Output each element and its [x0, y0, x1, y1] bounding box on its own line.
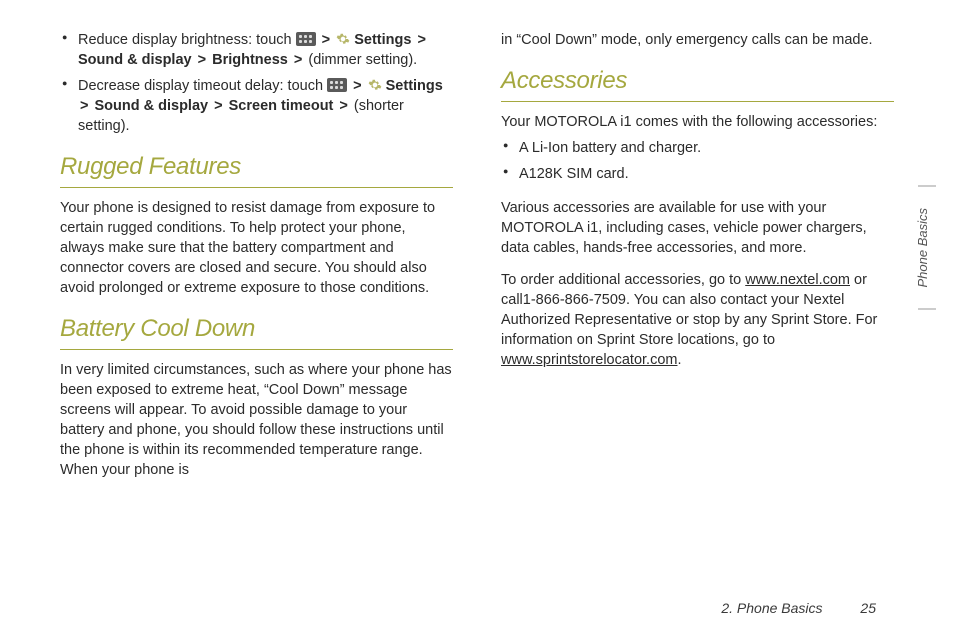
right-column: in “Cool Down” mode, only emergency call… — [501, 30, 894, 560]
paragraph: Your MOTOROLA i1 comes with the followin… — [501, 112, 894, 132]
breadcrumb: Sound & display — [78, 52, 192, 68]
chapter-label: 2. Phone Basics — [721, 600, 822, 616]
link-sprint-locator[interactable]: www.sprintstorelocator.com — [501, 352, 677, 368]
left-column: Reduce display brightness: touch > Setti… — [60, 30, 453, 560]
divider — [60, 349, 453, 350]
breadcrumb: Settings — [386, 78, 443, 94]
page-footer: 2. Phone Basics 25 — [721, 600, 876, 616]
separator: > — [351, 78, 363, 94]
separator: > — [415, 32, 427, 48]
heading-accessories: Accessories — [501, 64, 894, 97]
paragraph: Various accessories are available for us… — [501, 198, 894, 258]
page-number: 25 — [860, 600, 876, 616]
list-item: A Li-Ion battery and charger. — [501, 138, 894, 158]
gear-icon — [368, 78, 382, 92]
breadcrumb: Settings — [354, 32, 411, 48]
app-grid-icon — [327, 78, 347, 92]
text: A128K SIM card. — [519, 166, 629, 182]
separator: > — [292, 52, 304, 68]
list-item: A128K SIM card. — [501, 164, 894, 184]
accessories-list: A Li-Ion battery and charger. A128K SIM … — [501, 138, 894, 184]
paragraph: In very limited circumstances, such as w… — [60, 360, 453, 480]
tips-list: Reduce display brightness: touch > Setti… — [60, 30, 453, 136]
text: A Li-Ion battery and charger. — [519, 140, 701, 156]
side-tab: Phone Basics — [911, 190, 934, 306]
separator: > — [196, 52, 208, 68]
paragraph: To order additional accessories, go to w… — [501, 270, 894, 370]
list-item: Decrease display timeout delay: touch > … — [60, 76, 453, 136]
separator: > — [320, 32, 332, 48]
link-nextel[interactable]: www.nextel.com — [745, 272, 850, 288]
paragraph: Your phone is designed to resist damage … — [60, 198, 453, 298]
app-grid-icon — [296, 32, 316, 46]
breadcrumb: Brightness — [212, 52, 288, 68]
separator: > — [337, 98, 349, 114]
gear-icon — [336, 32, 350, 46]
text: Decrease display timeout delay: touch — [78, 78, 327, 94]
page-body: Reduce display brightness: touch > Setti… — [0, 0, 954, 560]
divider — [501, 101, 894, 102]
text: . — [677, 352, 681, 368]
heading-battery: Battery Cool Down — [60, 312, 453, 345]
divider — [60, 187, 453, 188]
text: To order additional accessories, go to — [501, 272, 745, 288]
breadcrumb: Screen timeout — [229, 98, 334, 114]
paragraph: in “Cool Down” mode, only emergency call… — [501, 30, 894, 50]
text: (dimmer setting). — [308, 52, 417, 68]
heading-rugged: Rugged Features — [60, 150, 453, 183]
list-item: Reduce display brightness: touch > Setti… — [60, 30, 453, 70]
separator: > — [212, 98, 224, 114]
breadcrumb: Sound & display — [95, 98, 209, 114]
text: Reduce display brightness: touch — [78, 32, 296, 48]
separator: > — [78, 98, 90, 114]
